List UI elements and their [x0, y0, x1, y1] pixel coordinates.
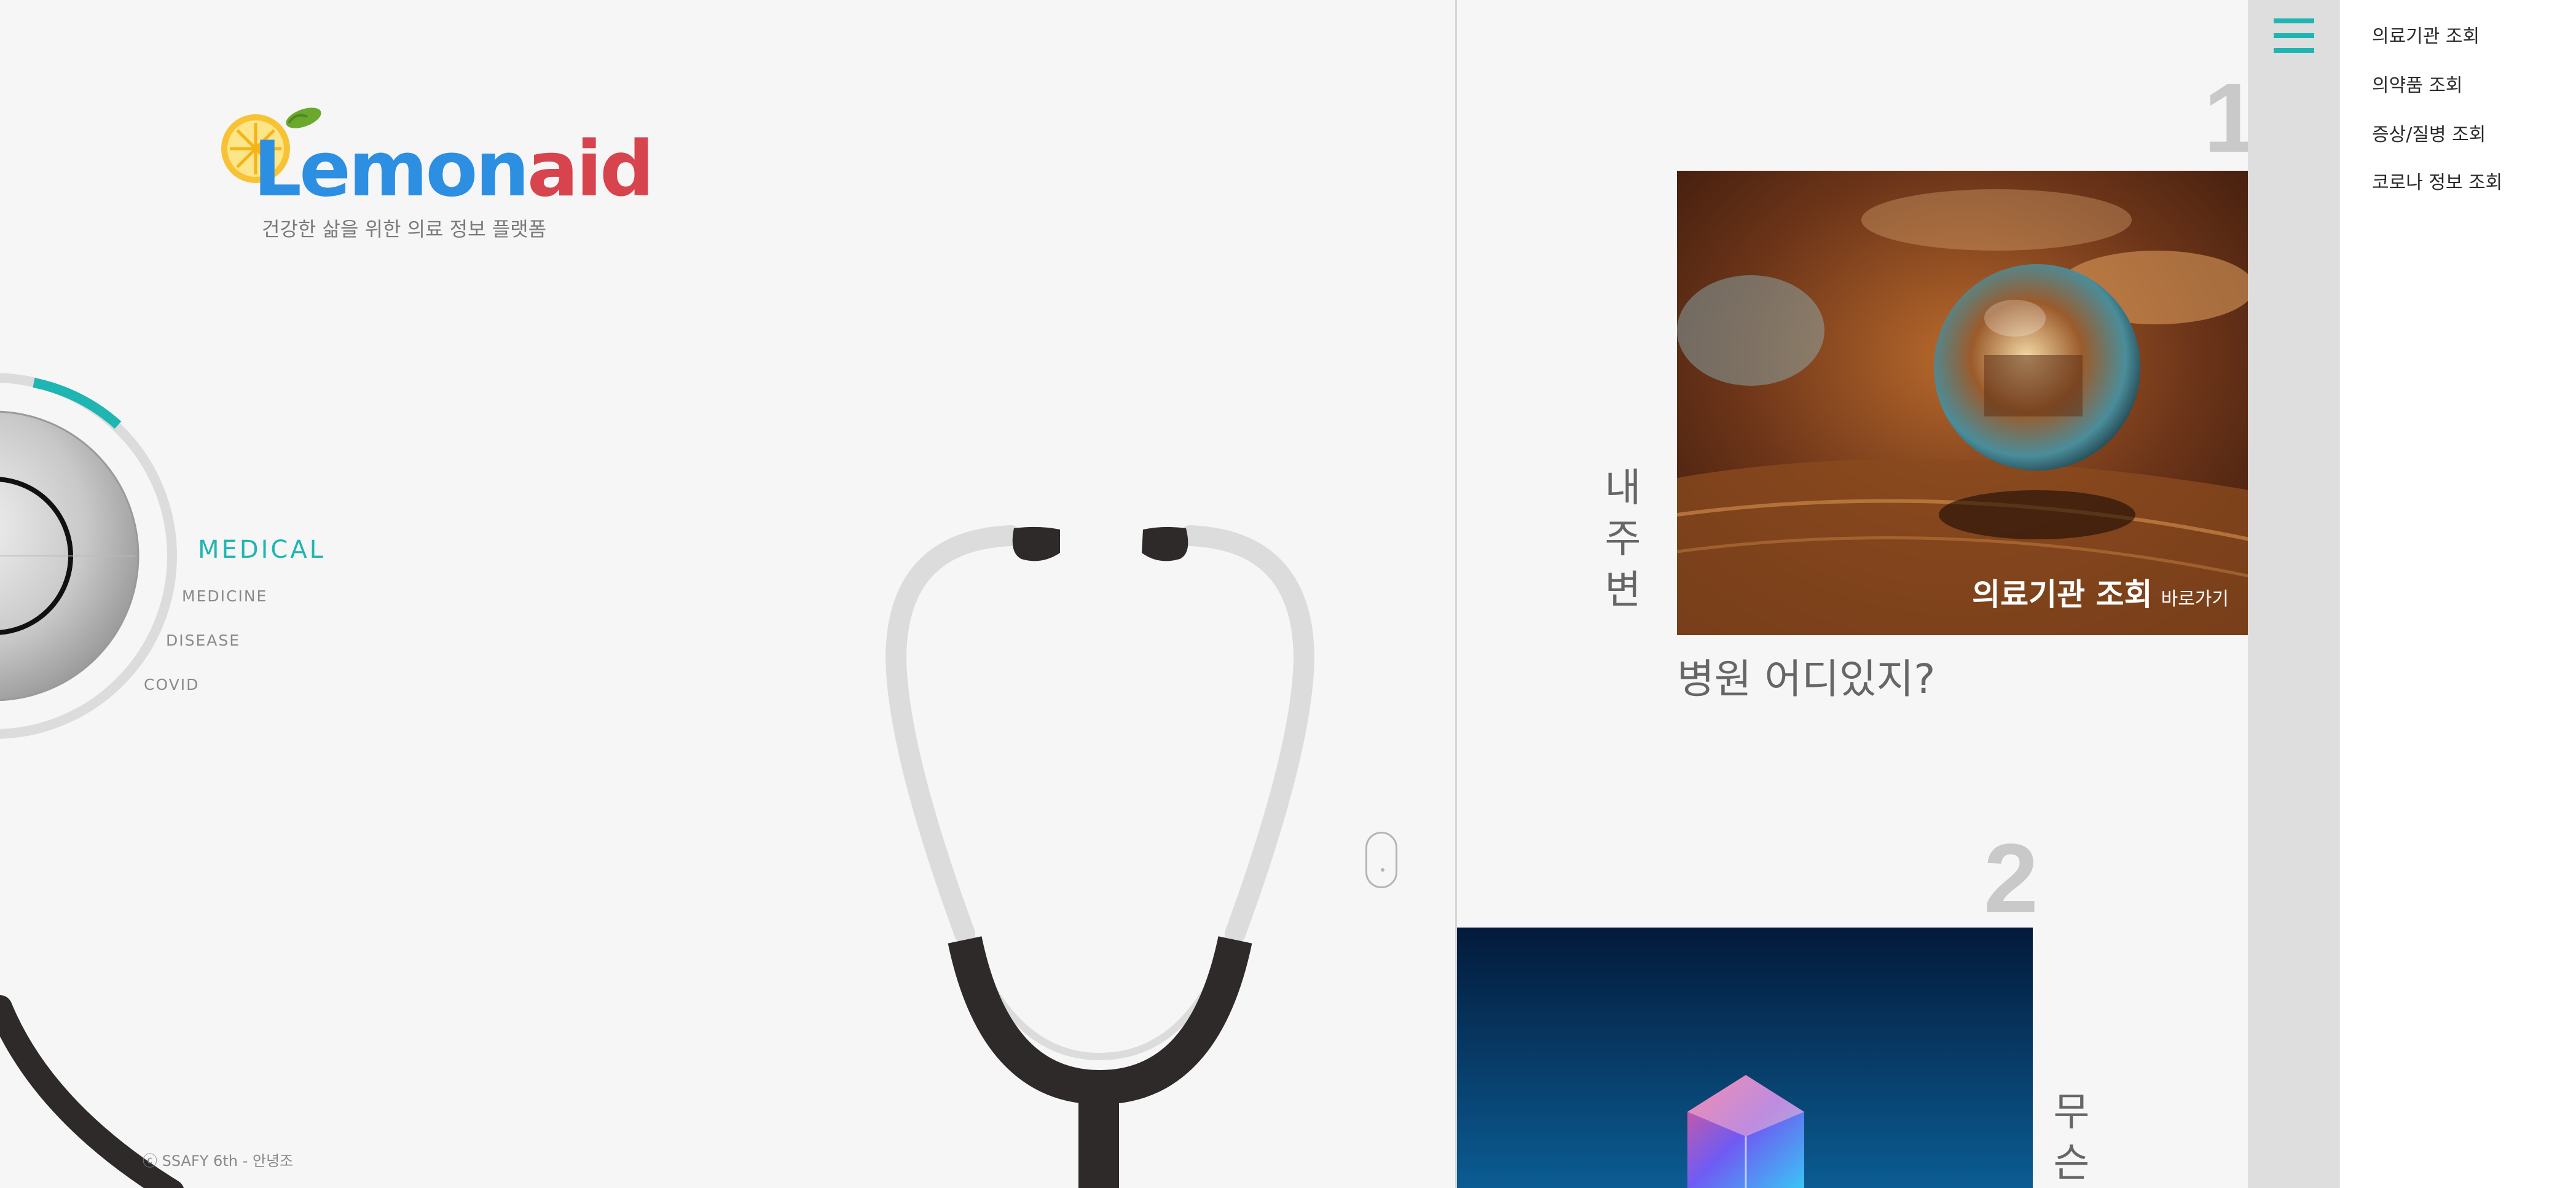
mouse-scroll-icon — [1365, 832, 1397, 888]
nav-link-disease[interactable]: 증상/질병 조회 — [2372, 119, 2486, 146]
card-caption: 병원 어디있지? — [1677, 655, 1936, 703]
nav-link-covid[interactable]: 코로나 정보 조회 — [2372, 167, 2502, 194]
card-label: 의료기관 조회 바로가기 — [1972, 570, 2229, 614]
tagline: 건강한 삶을 위한 의료 정보 플랫폼 — [262, 217, 547, 241]
hero-menu-covid[interactable]: COVID — [144, 676, 199, 694]
nav-link-medicine[interactable]: 의약품 조회 — [2372, 70, 2463, 97]
cards-section: 1 — [1455, 0, 2248, 1188]
nav-link-hospital[interactable]: 의료기관 조회 — [2372, 21, 2480, 48]
card-number: 1 — [2204, 69, 2248, 167]
page: Lemonaid 건강한 삶을 위한 의료 정보 플랫폼 MEDICAL MED… — [0, 0, 2576, 1188]
card-medicine-search[interactable] — [1457, 928, 2033, 1188]
crystal-ball-image — [1677, 171, 2248, 635]
mouse-scroll-dot — [1381, 868, 1384, 872]
card-vertical-text: 무슨 — [2053, 1090, 2090, 1187]
card-link[interactable]: 바로가기 — [2161, 588, 2229, 610]
prism-image — [1457, 928, 2033, 1188]
stethoscope-tube-graphic — [0, 995, 184, 1188]
hero-section: Lemonaid 건강한 삶을 위한 의료 정보 플랫폼 MEDICAL MED… — [0, 0, 1455, 1188]
card-hospital-search[interactable]: 의료기관 조회 바로가기 — [1677, 171, 2248, 635]
card-title: 의료기관 조회 — [1972, 577, 2153, 612]
nav-panel: 의료기관 조회 의약품 조회 증상/질병 조회 코로나 정보 조회 — [2339, 0, 2576, 1188]
hero-menu-disease[interactable]: DISEASE — [166, 631, 240, 649]
stethoscope-icon — [885, 525, 1315, 1188]
hamburger-icon[interactable] — [2274, 18, 2314, 54]
hero-menu-medical[interactable]: MEDICAL — [198, 536, 326, 564]
card-vertical-text: 내주변 — [1604, 466, 1641, 614]
hero-menu-medicine[interactable]: MEDICINE — [182, 587, 267, 605]
copyright: ⓒ SSAFY 6th - 안녕조 — [143, 1152, 294, 1170]
nav-strip — [2248, 0, 2339, 1188]
logo-wordmark: Lemonaid — [253, 125, 654, 214]
card-number: 2 — [1984, 823, 2038, 933]
